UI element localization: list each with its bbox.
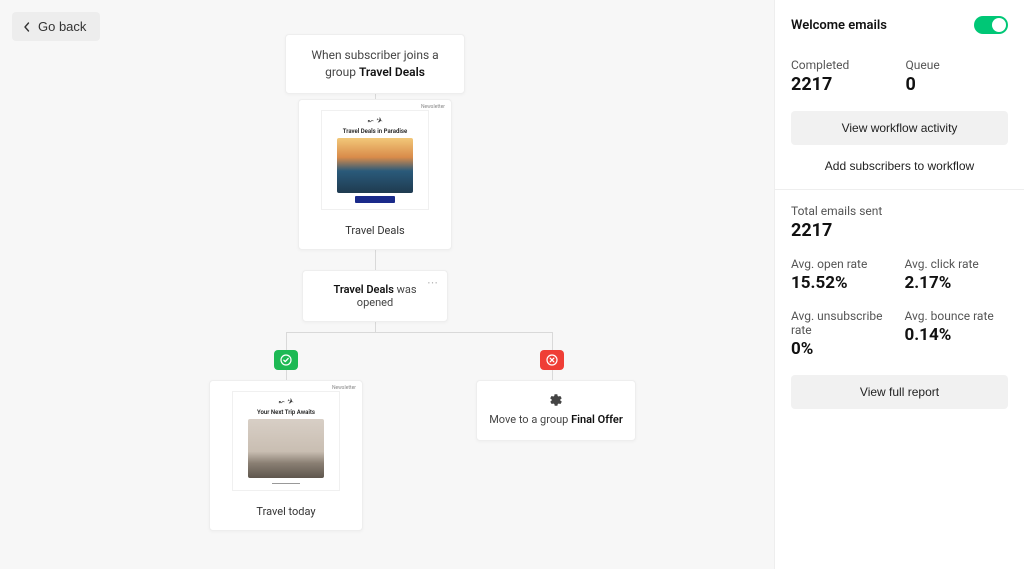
action-prefix: Move to a group [489,413,571,426]
action-target: Final Offer [571,413,623,426]
stat-label: Total emails sent [791,204,1008,218]
stat-value: 0% [791,339,895,359]
x-circle-icon [546,354,558,366]
stat-bounce-rate: Avg. bounce rate 0.14% [905,309,1009,359]
workflow-canvas: When subscriber joins a group Travel Dea… [0,0,774,569]
action-node-move-group[interactable]: Move to a group Final Offer [476,380,636,441]
workflow-title: Welcome emails [791,18,887,33]
more-icon[interactable]: ⋯ [427,277,439,288]
brand-logo: ↜✈ [279,398,294,406]
stat-click-rate: Avg. click rate 2.17% [905,257,1009,293]
stat-total-emails: Total emails sent 2217 [791,204,1008,241]
metric-value: 0 [906,74,1009,95]
workflow-toggle[interactable] [974,16,1008,34]
check-circle-icon [280,354,292,366]
thumb-tag: Newsletter [421,104,445,110]
email-caption: Travel Deals [299,214,451,249]
stat-value: 15.52% [791,273,895,293]
condition-subject: Travel Deals [333,283,393,296]
connector [286,332,552,333]
stat-label: Avg. bounce rate [905,309,1009,323]
view-activity-button[interactable]: View workflow activity [791,111,1008,145]
metric-label: Completed [791,58,894,72]
stat-value: 0.14% [905,325,1009,345]
email-divider [272,483,300,484]
condition-yes-badge [274,350,298,370]
plane-icon: ✈ [285,397,294,407]
email-thumbnail: Newsletter ↜✈ Travel Deals in Paradise [299,100,451,214]
connector [375,248,376,270]
metric-queue: Queue 0 [906,58,1009,95]
email-node-travel-deals[interactable]: Newsletter ↜✈ Travel Deals in Paradise T… [298,99,452,250]
trigger-node[interactable]: When subscriber joins a group Travel Dea… [285,34,465,94]
stat-unsubscribe-rate: Avg. unsubscribe rate 0% [791,309,895,359]
stat-open-rate: Avg. open rate 15.52% [791,257,895,293]
stat-label: Avg. unsubscribe rate [791,309,895,337]
email-hero-image [248,419,323,478]
stat-label: Avg. click rate [905,257,1009,271]
view-full-report-button[interactable]: View full report [791,375,1008,409]
metric-label: Queue [906,58,1009,72]
plane-icon: ✈ [374,116,383,126]
metric-completed: Completed 2217 [791,58,894,95]
email-hero-image [337,138,412,193]
email-thumbnail: Newsletter ↜✈ Your Next Trip Awaits [210,381,362,495]
condition-no-badge [540,350,564,370]
metric-value: 2217 [791,74,894,95]
condition-node[interactable]: ⋯ Travel Deals was opened [302,270,448,322]
stat-label: Avg. open rate [791,257,895,271]
email-node-travel-today[interactable]: Newsletter ↜✈ Your Next Trip Awaits Trav… [209,380,363,531]
stat-value: 2.17% [905,273,1009,293]
email-cta [355,196,395,203]
thumb-tag: Newsletter [332,385,356,391]
trigger-group-name: Travel Deals [359,65,425,79]
sidebar: Welcome emails Completed 2217 Queue 0 Vi… [774,0,1024,569]
email-headline: Your Next Trip Awaits [257,409,315,416]
gear-icon [487,393,625,407]
stat-value: 2217 [791,220,1008,241]
email-caption: Travel today [210,495,362,530]
email-headline: Travel Deals in Paradise [343,128,407,135]
add-subscribers-button[interactable]: Add subscribers to workflow [791,159,1008,173]
brand-logo: ↜✈ [368,117,383,125]
